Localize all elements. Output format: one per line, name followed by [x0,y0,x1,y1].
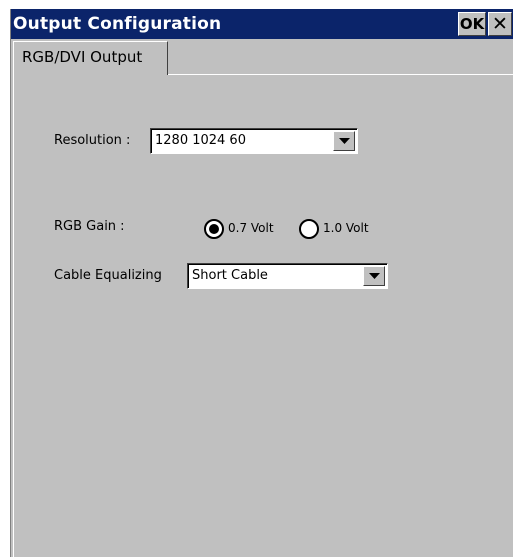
chevron-down-icon [338,138,350,144]
tab-divider [168,74,513,75]
rgb-gain-0-7-volt-label[interactable]: 0.7 Volt [228,221,274,235]
resolution-value: 1280 1024 60 [155,133,246,148]
chevron-down-icon [368,273,380,279]
window-title: Output Configuration [13,14,222,34]
panel-border [13,74,14,557]
rgb-gain-label: RGB Gain : [54,219,125,234]
cable-equalizing-dropdown-button[interactable] [363,266,385,286]
cable-equalizing-label: Cable Equalizing [54,268,162,283]
cable-equalizing-dropdown[interactable]: Short Cable [187,263,388,289]
resolution-dropdown[interactable]: 1280 1024 60 [150,128,358,154]
output-configuration-window: Output Configuration OK ✕ RGB/DVI Output… [10,9,513,557]
close-button[interactable]: ✕ [488,12,512,36]
cable-equalizing-value: Short Cable [192,268,268,283]
rgb-gain-1-0-volt-label[interactable]: 1.0 Volt [323,221,369,235]
tab-label: RGB/DVI Output [22,48,143,66]
close-icon: ✕ [492,13,508,35]
rgb-gain-0-7-volt-radio[interactable] [204,219,224,239]
resolution-label: Resolution : [54,133,131,148]
title-bar: Output Configuration OK ✕ [11,9,513,39]
radio-selected-dot [209,224,219,234]
ok-button[interactable]: OK [458,12,486,36]
rgb-gain-1-0-volt-radio[interactable] [299,219,319,239]
tab-rgb-dvi-output[interactable]: RGB/DVI Output [13,41,168,75]
resolution-dropdown-button[interactable] [333,131,355,151]
